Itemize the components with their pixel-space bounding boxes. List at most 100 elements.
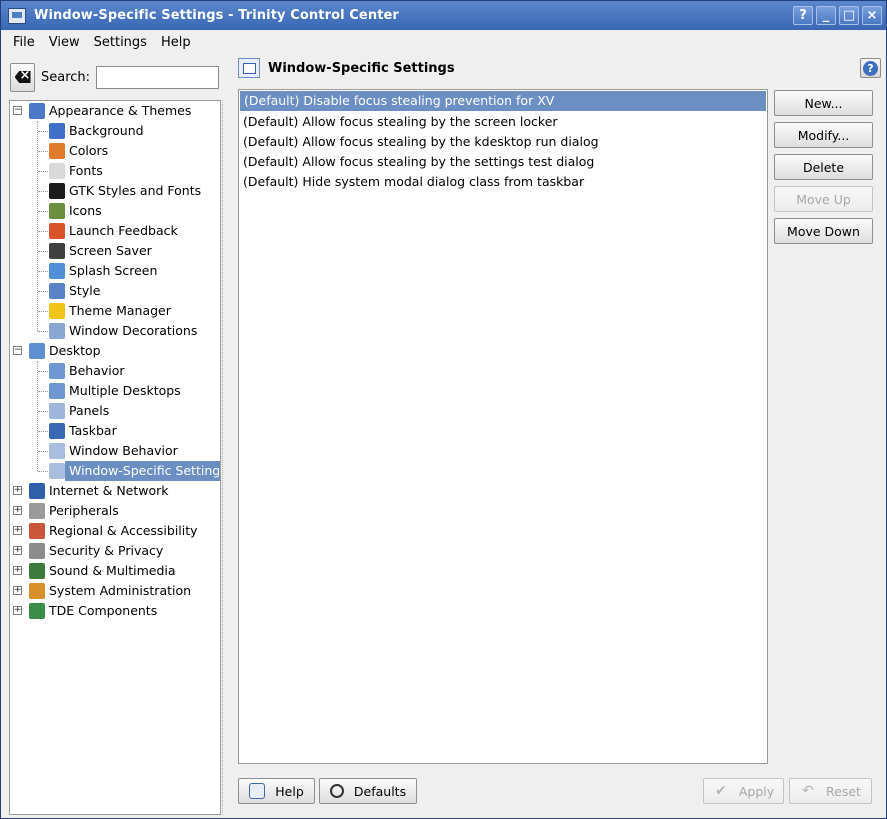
reset-button[interactable]: ↶ Reset (789, 778, 872, 804)
rule-item[interactable]: (Default) Allow focus stealing by the se… (239, 152, 767, 172)
control-center-app-icon[interactable] (8, 7, 26, 24)
panel-title: Window-Specific Settings (268, 60, 455, 76)
menu-file[interactable]: File (6, 35, 42, 50)
help-book-icon (249, 783, 266, 799)
menu-view[interactable]: View (42, 35, 87, 50)
search-input[interactable] (96, 65, 220, 89)
regional-icon (29, 523, 45, 539)
defaults-button[interactable]: Defaults (319, 778, 417, 804)
move-down-button[interactable]: Move Down (774, 218, 873, 244)
expand-icon[interactable]: + (13, 566, 22, 575)
tree-category[interactable]: + Internet & Network (10, 481, 220, 501)
tree-category[interactable]: − Appearance & Themes (10, 101, 220, 121)
window-decorations-icon (49, 323, 65, 339)
rules-list[interactable]: (Default) Disable focus stealing prevent… (238, 89, 768, 764)
close-button[interactable]: × (862, 6, 882, 25)
tree-category[interactable]: + Peripherals (10, 501, 220, 521)
expand-icon[interactable]: + (13, 506, 22, 515)
expand-icon[interactable]: + (13, 546, 22, 555)
tree-category-label: System Administration (49, 583, 192, 598)
tree-item-label: Icons (69, 203, 102, 218)
menu-settings[interactable]: Settings (87, 35, 154, 50)
expand-icon[interactable]: + (13, 526, 22, 535)
tree-connector (38, 251, 48, 252)
tree-connector (38, 191, 48, 192)
tree-item[interactable]: Launch Feedback (10, 221, 220, 241)
title-bar[interactable]: Window-Specific Settings - Trinity Contr… (1, 1, 886, 30)
tree-item-label: Launch Feedback (69, 223, 178, 238)
tree-item[interactable]: Splash Screen (10, 261, 220, 281)
expand-icon[interactable]: + (13, 606, 22, 615)
tree-connector (38, 211, 48, 212)
collapse-icon[interactable]: − (13, 346, 22, 355)
context-help-button[interactable]: ? (793, 6, 813, 25)
behavior-icon (49, 363, 65, 379)
background-icon (49, 123, 65, 139)
tree-item-label: Splash Screen (69, 263, 158, 278)
tree-item[interactable]: GTK Styles and Fonts (10, 181, 220, 201)
rule-item[interactable]: (Default) Allow focus stealing by the kd… (239, 132, 767, 152)
tree-category[interactable]: + Regional & Accessibility (10, 521, 220, 541)
tree-item-label: Fonts (69, 163, 103, 178)
tree-item-label: Multiple Desktops (69, 383, 181, 398)
multiple-desktops-icon (49, 383, 65, 399)
menu-help[interactable]: Help (154, 35, 198, 50)
new-rule-button[interactable]: New... (774, 90, 873, 116)
help-button[interactable]: Help (238, 778, 315, 804)
tree-category[interactable]: − Desktop (10, 341, 220, 361)
tree-item[interactable]: Icons (10, 201, 220, 221)
expand-icon[interactable]: + (13, 586, 22, 595)
tree-item-label: Theme Manager (69, 303, 171, 318)
tree-item[interactable]: Window Decorations (10, 321, 220, 341)
clear-search-button[interactable] (10, 62, 35, 92)
module-tree[interactable]: − Appearance & Themes Background Colors Font… (9, 100, 221, 815)
tree-item[interactable]: Screen Saver (10, 241, 220, 261)
tree-connector (38, 471, 48, 472)
tree-category-label: Sound & Multimedia (49, 563, 176, 578)
module-help-button[interactable]: ? (860, 58, 881, 78)
taskbar-icon (49, 423, 65, 439)
maximize-button[interactable]: □ (839, 6, 859, 25)
window-title: Window-Specific Settings - Trinity Contr… (34, 8, 399, 23)
tree-item[interactable]: Window Behavior (10, 441, 220, 461)
expand-icon[interactable]: + (13, 486, 22, 495)
panel-splitter[interactable] (222, 100, 224, 815)
apply-button-label: Apply (738, 783, 775, 799)
tree-connector (38, 411, 48, 412)
tree-category[interactable]: + Security & Privacy (10, 541, 220, 561)
apply-button[interactable]: ✔ Apply (703, 778, 784, 804)
tree-category[interactable]: + TDE Components (10, 601, 220, 621)
help-icon: ? (863, 60, 878, 76)
search-label: Search: (41, 69, 91, 85)
tree-item-label: Style (69, 283, 101, 298)
tree-item[interactable]: Style (10, 281, 220, 301)
minimize-button[interactable]: _ (816, 6, 836, 25)
tree-category[interactable]: + Sound & Multimedia (10, 561, 220, 581)
rule-item[interactable]: (Default) Allow focus stealing by the sc… (239, 112, 767, 132)
rule-item[interactable]: (Default) Disable focus stealing prevent… (240, 91, 766, 111)
tree-item[interactable]: Background (10, 121, 220, 141)
tree-item[interactable]: Fonts (10, 161, 220, 181)
modify-rule-button[interactable]: Modify... (774, 122, 873, 148)
rule-item[interactable]: (Default) Hide system modal dialog class… (239, 172, 767, 192)
tree-item[interactable]: Taskbar (10, 421, 220, 441)
tree-item[interactable]: Theme Manager (10, 301, 220, 321)
collapse-icon[interactable]: − (13, 106, 22, 115)
security-icon (29, 543, 45, 559)
theme-manager-icon (49, 303, 65, 319)
move-up-button[interactable]: Move Up (774, 186, 873, 212)
tree-category-label: Regional & Accessibility (49, 523, 198, 538)
tree-category-label: Peripherals (49, 503, 119, 518)
tree-connector (38, 331, 48, 332)
tree-item[interactable]: Colors (10, 141, 220, 161)
tree-item-label: Window Behavior (69, 443, 178, 458)
tree-item[interactable]: Multiple Desktops (10, 381, 220, 401)
tree-item[interactable]: Panels (10, 401, 220, 421)
delete-rule-button[interactable]: Delete (774, 154, 873, 180)
tree-category[interactable]: + System Administration (10, 581, 220, 601)
window-specific-settings-icon (238, 58, 260, 78)
screen-saver-icon (49, 243, 65, 259)
icons-icon (49, 203, 65, 219)
tree-item[interactable]: Window-Specific Settings (10, 461, 220, 481)
tree-item[interactable]: Behavior (10, 361, 220, 381)
